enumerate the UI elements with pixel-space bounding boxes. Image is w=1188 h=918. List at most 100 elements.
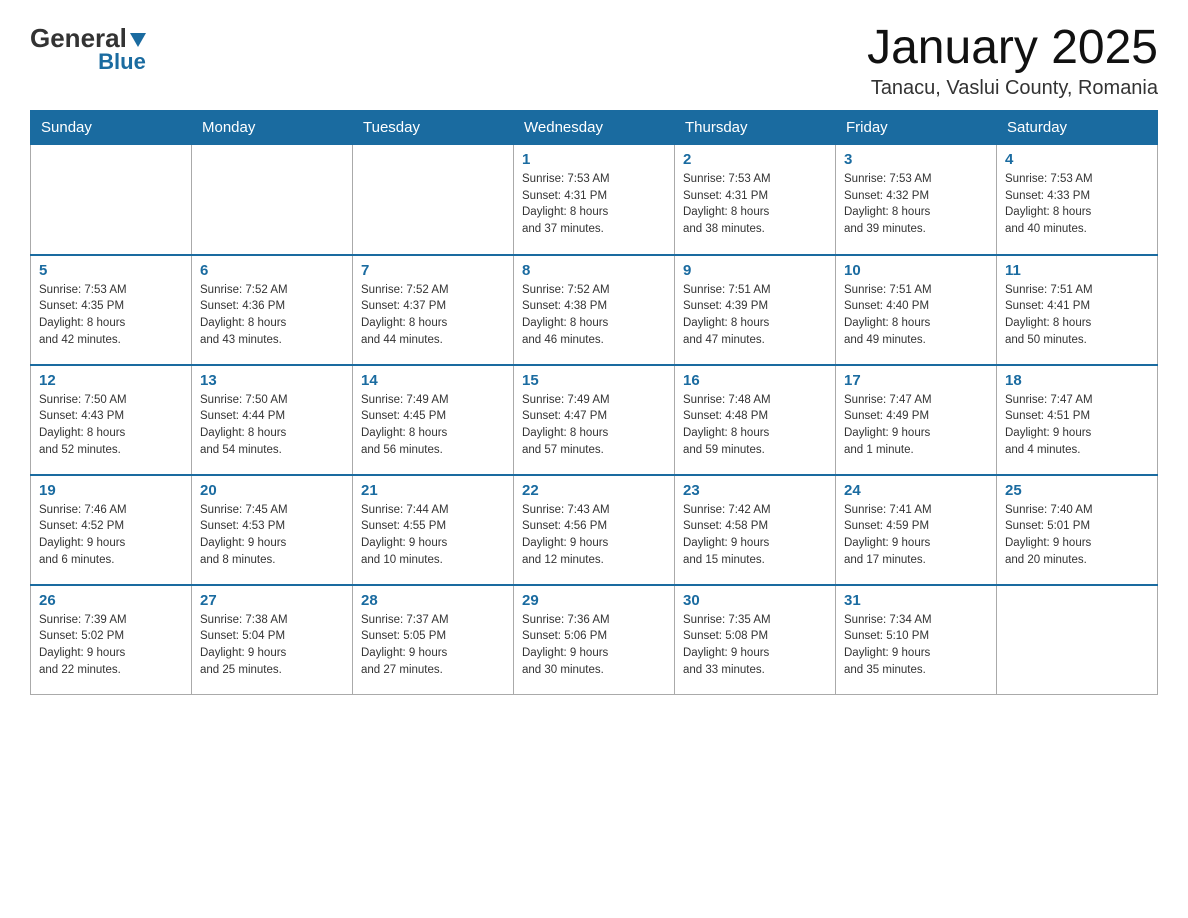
- day-info: Sunrise: 7:34 AMSunset: 5:10 PMDaylight:…: [844, 612, 988, 679]
- calendar-cell: 22 Sunrise: 7:43 AMSunset: 4:56 PMDayligh…: [514, 475, 675, 585]
- calendar-cell: 26 Sunrise: 7:39 AMSunset: 5:02 PMDayligh…: [31, 585, 192, 695]
- day-number: 11: [1005, 262, 1149, 279]
- day-number: 22: [522, 482, 666, 499]
- calendar-cell: 31 Sunrise: 7:34 AMSunset: 5:10 PMDayligh…: [836, 585, 997, 695]
- title-block: January 2025 Tanacu, Vaslui County, Roma…: [867, 20, 1158, 100]
- day-number: 29: [522, 592, 666, 609]
- day-number: 17: [844, 372, 988, 389]
- day-number: 10: [844, 262, 988, 279]
- day-info: Sunrise: 7:50 AMSunset: 4:43 PMDaylight:…: [39, 392, 183, 459]
- calendar-cell: 17Sunrise: 7:47 AMSunset: 4:49 PMDayligh…: [836, 365, 997, 475]
- calendar-cell: 21 Sunrise: 7:44 AMSunset: 4:55 PMDayligh…: [353, 475, 514, 585]
- day-number: 26: [39, 592, 183, 609]
- day-info: Sunrise: 7:53 AMSunset: 4:32 PMDaylight:…: [844, 171, 988, 238]
- calendar-cell: 27 Sunrise: 7:38 AMSunset: 5:04 PMDayligh…: [192, 585, 353, 695]
- day-number: 16: [683, 372, 827, 389]
- calendar-cell: 6Sunrise: 7:52 AMSunset: 4:36 PMDaylight…: [192, 255, 353, 365]
- calendar-cell: 8Sunrise: 7:52 AMSunset: 4:38 PMDaylight…: [514, 255, 675, 365]
- day-info: Sunrise: 7:47 AMSunset: 4:51 PMDaylight:…: [1005, 392, 1149, 459]
- day-number: 24: [844, 482, 988, 499]
- day-info: Sunrise: 7:45 AMSunset: 4:53 PMDaylight:…: [200, 502, 344, 569]
- page-header: General Blue January 2025 Tanacu, Vaslui…: [30, 20, 1158, 100]
- calendar-cell: [31, 145, 192, 255]
- logo-triangle-icon: [130, 33, 146, 47]
- logo-blue-text: Blue: [98, 51, 146, 73]
- day-info: Sunrise: 7:36 AMSunset: 5:06 PMDaylight:…: [522, 612, 666, 679]
- day-number: 15: [522, 372, 666, 389]
- day-number: 13: [200, 372, 344, 389]
- day-number: 28: [361, 592, 505, 609]
- day-number: 19: [39, 482, 183, 499]
- month-title: January 2025: [867, 20, 1158, 75]
- calendar-cell: 23 Sunrise: 7:42 AMSunset: 4:58 PMDayligh…: [675, 475, 836, 585]
- col-header-friday: Friday: [836, 111, 997, 145]
- calendar-week-row: 19 Sunrise: 7:46 AMSunset: 4:52 PMDayligh…: [31, 475, 1158, 585]
- day-info: Sunrise: 7:43 AMSunset: 4:56 PMDaylight:…: [522, 502, 666, 569]
- calendar-cell: [353, 145, 514, 255]
- day-info: Sunrise: 7:42 AMSunset: 4:58 PMDaylight:…: [683, 502, 827, 569]
- calendar-cell: 28Sunrise: 7:37 AMSunset: 5:05 PMDayligh…: [353, 585, 514, 695]
- calendar-cell: 3 Sunrise: 7:53 AMSunset: 4:32 PMDaylight…: [836, 145, 997, 255]
- day-number: 30: [683, 592, 827, 609]
- day-info: Sunrise: 7:41 AMSunset: 4:59 PMDaylight:…: [844, 502, 988, 569]
- day-number: 25: [1005, 482, 1149, 499]
- day-info: Sunrise: 7:51 AMSunset: 4:40 PMDaylight:…: [844, 282, 988, 349]
- day-number: 21: [361, 482, 505, 499]
- calendar-cell: 18 Sunrise: 7:47 AMSunset: 4:51 PMDayligh…: [997, 365, 1158, 475]
- day-info: Sunrise: 7:39 AMSunset: 5:02 PMDaylight:…: [39, 612, 183, 679]
- calendar-cell: 13 Sunrise: 7:50 AMSunset: 4:44 PMDayligh…: [192, 365, 353, 475]
- day-number: 2: [683, 151, 827, 168]
- day-info: Sunrise: 7:51 AMSunset: 4:39 PMDaylight:…: [683, 282, 827, 349]
- day-number: 1: [522, 151, 666, 168]
- calendar-cell: 30Sunrise: 7:35 AMSunset: 5:08 PMDayligh…: [675, 585, 836, 695]
- calendar-cell: 20 Sunrise: 7:45 AMSunset: 4:53 PMDayligh…: [192, 475, 353, 585]
- calendar-cell: 12Sunrise: 7:50 AMSunset: 4:43 PMDayligh…: [31, 365, 192, 475]
- day-number: 23: [683, 482, 827, 499]
- day-info: Sunrise: 7:51 AMSunset: 4:41 PMDaylight:…: [1005, 282, 1149, 349]
- calendar-cell: 29 Sunrise: 7:36 AMSunset: 5:06 PMDayligh…: [514, 585, 675, 695]
- calendar-cell: 4Sunrise: 7:53 AMSunset: 4:33 PMDaylight…: [997, 145, 1158, 255]
- calendar-table: SundayMondayTuesdayWednesdayThursdayFrid…: [30, 110, 1158, 695]
- calendar-cell: 24 Sunrise: 7:41 AMSunset: 4:59 PMDayligh…: [836, 475, 997, 585]
- day-number: 5: [39, 262, 183, 279]
- day-info: Sunrise: 7:53 AMSunset: 4:35 PMDaylight:…: [39, 282, 183, 349]
- calendar-cell: 1 Sunrise: 7:53 AMSunset: 4:31 PMDaylight…: [514, 145, 675, 255]
- calendar-header-row: SundayMondayTuesdayWednesdayThursdayFrid…: [31, 111, 1158, 145]
- day-info: Sunrise: 7:38 AMSunset: 5:04 PMDaylight:…: [200, 612, 344, 679]
- day-number: 3: [844, 151, 988, 168]
- calendar-cell: 11 Sunrise: 7:51 AMSunset: 4:41 PMDayligh…: [997, 255, 1158, 365]
- col-header-sunday: Sunday: [31, 111, 192, 145]
- day-info: Sunrise: 7:50 AMSunset: 4:44 PMDaylight:…: [200, 392, 344, 459]
- day-number: 27: [200, 592, 344, 609]
- calendar-cell: 10 Sunrise: 7:51 AMSunset: 4:40 PMDayligh…: [836, 255, 997, 365]
- day-info: Sunrise: 7:44 AMSunset: 4:55 PMDaylight:…: [361, 502, 505, 569]
- calendar-cell: 9Sunrise: 7:51 AMSunset: 4:39 PMDaylight…: [675, 255, 836, 365]
- calendar-week-row: 26 Sunrise: 7:39 AMSunset: 5:02 PMDayligh…: [31, 585, 1158, 695]
- day-info: Sunrise: 7:40 AMSunset: 5:01 PMDaylight:…: [1005, 502, 1149, 569]
- logo: General Blue: [30, 20, 146, 73]
- calendar-cell: 7 Sunrise: 7:52 AMSunset: 4:37 PMDaylight…: [353, 255, 514, 365]
- location-title: Tanacu, Vaslui County, Romania: [867, 77, 1158, 100]
- day-number: 20: [200, 482, 344, 499]
- day-info: Sunrise: 7:46 AMSunset: 4:52 PMDaylight:…: [39, 502, 183, 569]
- day-number: 31: [844, 592, 988, 609]
- calendar-cell: 25 Sunrise: 7:40 AMSunset: 5:01 PMDayligh…: [997, 475, 1158, 585]
- calendar-cell: 16Sunrise: 7:48 AMSunset: 4:48 PMDayligh…: [675, 365, 836, 475]
- calendar-cell: 19 Sunrise: 7:46 AMSunset: 4:52 PMDayligh…: [31, 475, 192, 585]
- calendar-cell: 15 Sunrise: 7:49 AMSunset: 4:47 PMDayligh…: [514, 365, 675, 475]
- day-number: 8: [522, 262, 666, 279]
- day-number: 18: [1005, 372, 1149, 389]
- calendar-cell: 2Sunrise: 7:53 AMSunset: 4:31 PMDaylight…: [675, 145, 836, 255]
- calendar-cell: [192, 145, 353, 255]
- col-header-monday: Monday: [192, 111, 353, 145]
- day-info: Sunrise: 7:53 AMSunset: 4:33 PMDaylight:…: [1005, 171, 1149, 238]
- day-info: Sunrise: 7:52 AMSunset: 4:37 PMDaylight:…: [361, 282, 505, 349]
- day-info: Sunrise: 7:49 AMSunset: 4:47 PMDaylight:…: [522, 392, 666, 459]
- day-number: 14: [361, 372, 505, 389]
- day-info: Sunrise: 7:52 AMSunset: 4:36 PMDaylight:…: [200, 282, 344, 349]
- calendar-week-row: 5 Sunrise: 7:53 AMSunset: 4:35 PMDaylight…: [31, 255, 1158, 365]
- day-info: Sunrise: 7:53 AMSunset: 4:31 PMDaylight:…: [522, 171, 666, 238]
- day-number: 7: [361, 262, 505, 279]
- logo-general-text: General: [30, 25, 127, 51]
- calendar-cell: 14Sunrise: 7:49 AMSunset: 4:45 PMDayligh…: [353, 365, 514, 475]
